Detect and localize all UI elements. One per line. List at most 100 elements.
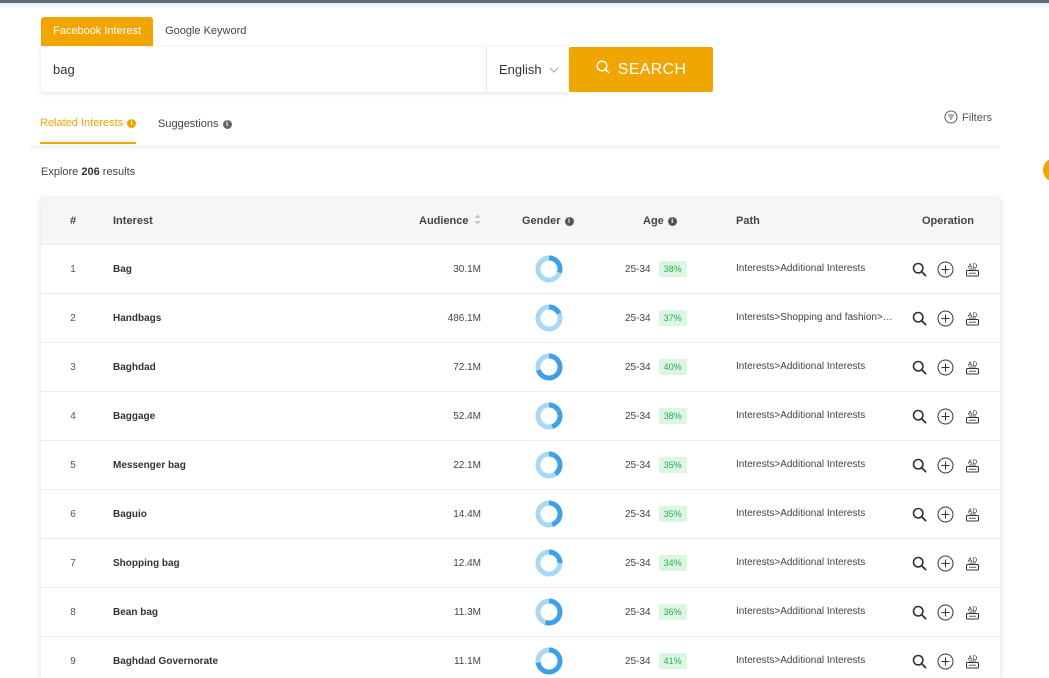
add-circle-icon[interactable] (937, 603, 954, 621)
magnify-icon[interactable] (911, 407, 927, 425)
gender-donut (535, 588, 563, 636)
search-box: English (41, 47, 568, 92)
gender-donut-chart (535, 255, 563, 283)
side-widget-button[interactable] (1043, 158, 1049, 182)
interest-path: Interests>Additional Interests (736, 263, 866, 274)
magnify-icon[interactable] (911, 603, 927, 621)
table-header: # Interest Audience Gender i Age i Path … (41, 198, 1000, 245)
header-num: # (69, 215, 77, 227)
gender-donut-chart (535, 500, 563, 528)
interest-name[interactable]: Bag (113, 245, 132, 293)
tab-related-interests[interactable]: Related Interests i (40, 104, 137, 144)
result-tabs: Related Interests i Suggestions i Filter… (40, 104, 992, 144)
gender-donut-chart (535, 647, 563, 675)
tab-google-keyword[interactable]: Google Keyword (153, 17, 258, 46)
gender-donut-chart (535, 304, 563, 332)
interest-name[interactable]: Handbags (113, 294, 161, 342)
age-cell: 25-34 38% (625, 392, 687, 440)
age-range: 25-34 (625, 410, 651, 422)
add-circle-icon[interactable] (937, 260, 954, 278)
tabs-divider (30, 145, 1000, 153)
add-circle-icon[interactable] (937, 309, 954, 327)
interest-path: Interests>Additional Interests (736, 606, 866, 617)
gender-donut (535, 490, 563, 538)
ad-icon[interactable]: AD (964, 260, 981, 278)
operation-cell: AD (911, 392, 991, 440)
gender-donut (535, 392, 563, 440)
age-percent-badge: 34% (658, 555, 687, 571)
add-circle-icon[interactable] (937, 456, 954, 474)
age-percent-badge: 35% (658, 457, 687, 473)
add-circle-icon[interactable] (937, 652, 954, 670)
add-circle-icon[interactable] (937, 358, 954, 376)
age-range: 25-34 (625, 655, 651, 667)
add-circle-icon[interactable] (937, 505, 954, 523)
interest-path: Interests>Additional Interests (736, 557, 866, 568)
audience-value: 12.4M (453, 557, 481, 569)
search-button[interactable]: SEARCH (569, 47, 713, 92)
ad-icon[interactable]: AD (964, 456, 981, 474)
sort-icon[interactable] (474, 214, 481, 228)
filters-button[interactable]: Filters (944, 104, 992, 132)
table-row: 3 Baghdad 72.1M 25-34 40% Interests>Addi… (41, 343, 1000, 392)
age-cell: 25-34 40% (625, 343, 687, 391)
table-row: 5 Messenger bag 22.1M 25-34 35% Interest… (41, 441, 1000, 490)
age-percent-badge: 36% (658, 604, 687, 620)
header-interest: Interest (113, 215, 153, 227)
magnify-icon[interactable] (911, 652, 927, 670)
ad-icon[interactable]: AD (964, 309, 981, 327)
explore-prefix: Explore (41, 166, 79, 178)
gender-donut-chart (535, 353, 563, 381)
header-gender: Gender i (522, 198, 574, 244)
row-number: 2 (70, 312, 76, 324)
gender-donut (535, 539, 563, 587)
operation-cell: AD (911, 441, 991, 489)
operation-cell: AD (911, 245, 991, 293)
age-cell: 25-34 35% (625, 441, 687, 489)
interest-name[interactable]: Shopping bag (113, 539, 180, 587)
info-icon: i (667, 216, 677, 226)
ad-icon[interactable]: AD (964, 407, 981, 425)
ad-icon[interactable]: AD (964, 652, 981, 670)
audience-value: 30.1M (453, 263, 481, 275)
ad-icon[interactable]: AD (964, 554, 981, 572)
info-icon: i (222, 119, 232, 129)
tab-related-interests-label: Related Interests (40, 117, 124, 129)
magnify-icon[interactable] (911, 456, 927, 474)
magnify-icon[interactable] (911, 260, 927, 278)
ad-icon[interactable]: AD (964, 603, 981, 621)
ad-icon[interactable]: AD (964, 505, 981, 523)
tab-suggestions[interactable]: Suggestions i (158, 104, 232, 144)
gender-donut (535, 441, 563, 489)
age-range: 25-34 (625, 361, 651, 373)
header-gender-label: Gender (522, 215, 561, 227)
age-percent-badge: 35% (658, 506, 687, 522)
add-circle-icon[interactable] (937, 407, 954, 425)
age-range: 25-34 (625, 606, 651, 618)
magnify-icon[interactable] (911, 505, 927, 523)
magnify-icon[interactable] (911, 309, 927, 327)
magnify-icon[interactable] (911, 358, 927, 376)
language-select[interactable]: English (486, 47, 568, 92)
header-audience[interactable]: Audience (419, 198, 481, 244)
header-audience-label: Audience (419, 215, 469, 227)
interest-name[interactable]: Baghdad (113, 343, 156, 391)
interest-name[interactable]: Baguio (113, 490, 147, 538)
interest-name[interactable]: Baggage (113, 392, 155, 440)
interest-path: Interests>Additional Interests (736, 508, 866, 519)
operation-cell: AD (911, 343, 991, 391)
ad-icon[interactable]: AD (964, 358, 981, 376)
interest-name[interactable]: Bean bag (113, 588, 158, 636)
audience-value: 486.1M (447, 312, 481, 324)
age-percent-badge: 40% (658, 359, 687, 375)
interest-name[interactable]: Messenger bag (113, 441, 186, 489)
tab-facebook-interest[interactable]: Facebook Interest (41, 17, 154, 46)
age-cell: 25-34 37% (625, 294, 687, 342)
top-shadow (0, 3, 1049, 9)
header-path: Path (736, 215, 760, 227)
gender-donut-chart (535, 402, 563, 430)
search-input[interactable] (41, 47, 486, 92)
magnify-icon[interactable] (911, 554, 927, 572)
table-row: 8 Bean bag 11.3M 25-34 36% Interests>Add… (41, 588, 1000, 637)
add-circle-icon[interactable] (937, 554, 954, 572)
